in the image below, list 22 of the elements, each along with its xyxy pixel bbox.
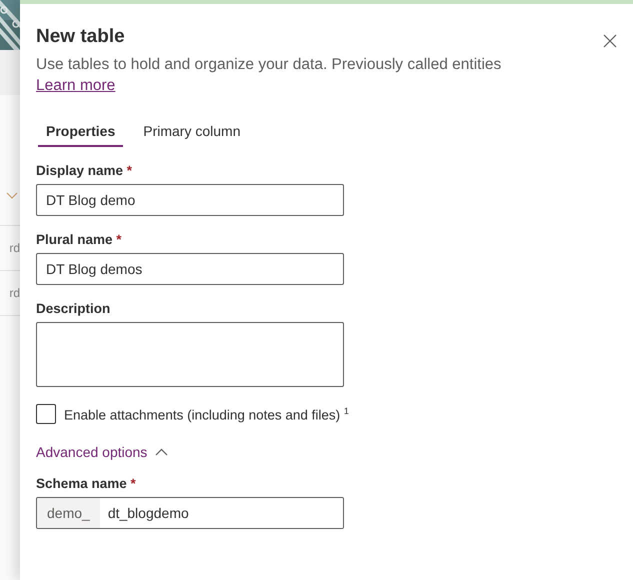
tab[interactable]: Properties (38, 119, 124, 147)
panel-description: Use tables to hold and organize your data. Previously called entities (36, 56, 502, 74)
input-field[interactable]: DT Blog demos (36, 253, 344, 285)
schema-name-field[interactable]: demo_ dt_blogdemo (36, 497, 344, 529)
row-text: rd (9, 286, 20, 300)
tab[interactable]: Primary column (135, 119, 248, 147)
chevron-down-icon (6, 192, 18, 200)
advanced-options-toggle[interactable]: Advanced options (36, 444, 168, 460)
field-label: Schema name * (36, 476, 137, 491)
panel-title: New table (36, 26, 125, 48)
field-label: Plural name * (36, 232, 123, 247)
checkbox[interactable] (36, 404, 56, 424)
chevron-up-icon (155, 448, 168, 456)
row-text: rd (9, 241, 20, 255)
checkbox-label: Enable attachments (including notes and files) $^{1}$ (64, 406, 349, 422)
field-label: Description (36, 301, 112, 316)
input-field[interactable]: DT Blog demo (36, 184, 344, 216)
field-label: Display name * (36, 163, 134, 178)
learn-more-link[interactable]: Learn more (36, 77, 116, 95)
close-icon[interactable] (601, 32, 619, 50)
description-field[interactable] (36, 322, 344, 387)
prefix-label: demo_ (37, 498, 100, 528)
